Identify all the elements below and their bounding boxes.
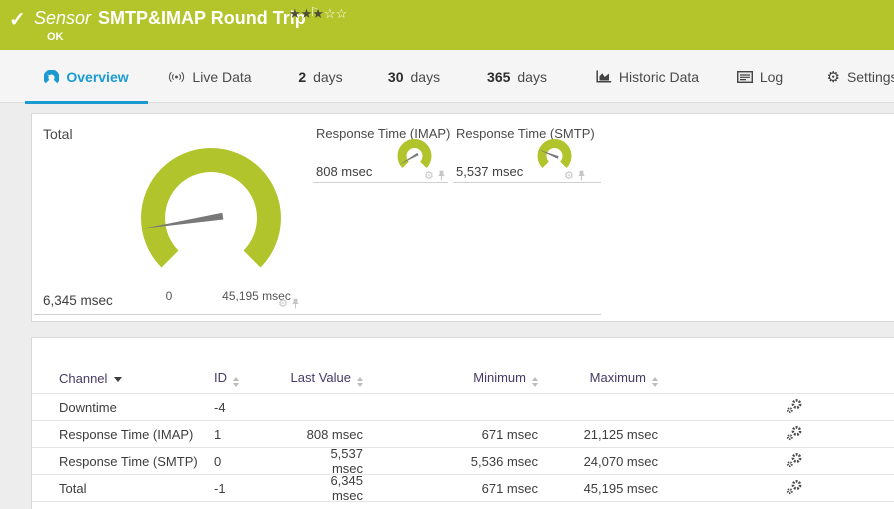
status-badge: OK	[47, 31, 64, 43]
table-body: Downtime -4 Response Time (IMAP) 1 808 m…	[32, 394, 894, 503]
tab-365-days[interactable]: 365 days	[477, 50, 557, 103]
tab-30-days-label: days	[410, 68, 441, 85]
smtp-tile-controls[interactable]: ⚙	[564, 170, 586, 181]
sort-desc-icon	[114, 377, 123, 382]
cell-last-value: 808 msec	[306, 426, 363, 442]
sort-icon	[652, 377, 658, 387]
tile-gear-icon[interactable]: ⚙	[424, 170, 434, 181]
tab-30-days[interactable]: 30 days	[378, 50, 450, 103]
imap-tile-controls[interactable]: ⚙	[424, 170, 446, 181]
cell-maximum: 24,070 msec	[583, 453, 658, 469]
log-icon	[736, 70, 753, 83]
cell-channel: Total	[59, 480, 87, 496]
tile-gear-icon[interactable]: ⚙	[564, 170, 574, 181]
tab-2-days-number: 2	[298, 68, 307, 85]
tab-historic-data-label: Historic Data	[618, 68, 700, 85]
tab-2-days[interactable]: 2 days	[288, 50, 353, 103]
cell-minimum: 671 msec	[481, 426, 538, 442]
cell-maximum: 21,125 msec	[583, 426, 658, 442]
total-gauge-title: Total	[43, 126, 73, 142]
table-row-response-time-smtp[interactable]: Response Time (SMTP) 0 5,537 msec 5,536 …	[32, 446, 894, 476]
tab-settings-label: Settings	[846, 68, 894, 85]
prtg-sensor-page: ✓ Sensor SMTP&IMAP Round Trip ⚐ ★★★☆☆ OK O…	[0, 0, 894, 509]
table-row-total[interactable]: Total -1 6,345 msec 671 msec 45,195 msec	[32, 473, 894, 503]
cell-id: -1	[214, 480, 226, 496]
cell-maximum: 45,195 msec	[583, 480, 658, 496]
smtp-gauge-value: 5,537 msec	[456, 164, 524, 179]
total-tile-controls[interactable]: ⚙	[278, 298, 300, 309]
column-header-channel[interactable]: Channel	[59, 371, 214, 386]
tile-pin-icon[interactable]	[437, 170, 446, 181]
star-empty-icons[interactable]: ☆☆	[324, 6, 347, 21]
overview-gauges-panel: Total 0 45,195 msec 6,345 msec ⚙ Respons…	[31, 113, 894, 322]
tile-pin-icon[interactable]	[291, 298, 300, 309]
tab-365-days-label: days	[517, 68, 547, 85]
imap-gauge-value: 808 msec	[316, 164, 373, 179]
historic-chart-icon	[596, 70, 612, 83]
channel-settings-icon[interactable]	[786, 479, 803, 495]
tab-bar: Overview Live Data 2 days 30 days 365 da…	[0, 50, 894, 104]
tab-log-label: Log	[759, 68, 784, 85]
tab-historic-data[interactable]: Historic Data	[590, 50, 705, 103]
tab-30-days-number: 30	[387, 68, 404, 85]
channel-settings-icon[interactable]	[786, 398, 803, 414]
total-gauge	[141, 147, 281, 268]
channel-settings-icon[interactable]	[786, 452, 803, 468]
tab-settings[interactable]: ⚙ Settings	[826, 50, 894, 103]
cell-id: -4	[214, 399, 226, 415]
tab-log[interactable]: Log	[730, 50, 790, 103]
tab-overview[interactable]: Overview	[25, 50, 148, 104]
total-gauge-scale-min: 0	[165, 289, 173, 303]
sensor-status-banner: ✓ Sensor SMTP&IMAP Round Trip ⚐ ★★★☆☆ OK	[0, 0, 894, 50]
cell-channel: Response Time (SMTP)	[59, 453, 198, 469]
column-header-minimum[interactable]: Minimum	[363, 370, 538, 387]
table-row-response-time-imap[interactable]: Response Time (IMAP) 1 808 msec 671 msec…	[32, 421, 894, 448]
cell-id: 1	[214, 426, 222, 442]
tab-live-data[interactable]: Live Data	[155, 50, 265, 103]
cell-last-value: 5,537 msec	[330, 446, 363, 476]
cell-minimum: 671 msec	[481, 480, 538, 496]
table-header-row: Channel ID Last Value Minimum Maximum	[32, 364, 894, 394]
smtp-tile-divider	[453, 182, 601, 183]
channel-settings-icon[interactable]	[786, 425, 803, 441]
cell-channel: Downtime	[59, 399, 117, 415]
settings-gear-icon: ⚙	[826, 68, 840, 86]
column-header-last-value[interactable]: Last Value	[233, 370, 363, 387]
column-header-maximum[interactable]: Maximum	[538, 370, 658, 387]
cell-id: 0	[214, 453, 222, 469]
total-gauge-value: 6,345 msec	[43, 293, 113, 308]
tab-365-days-number: 365	[487, 68, 511, 85]
cell-last-value: 6,345 msec	[330, 473, 363, 503]
live-data-icon	[169, 71, 185, 82]
tile-pin-icon[interactable]	[577, 170, 586, 181]
priority-stars[interactable]: ★★★☆☆	[289, 6, 347, 22]
ok-check-icon: ✓	[9, 9, 26, 31]
tile-gear-icon[interactable]: ⚙	[278, 298, 288, 309]
sensor-name: SMTP&IMAP Round Trip	[98, 8, 306, 28]
cell-minimum: 5,536 msec	[470, 453, 538, 469]
channels-table-panel: Channel ID Last Value Minimum Maximum Do…	[31, 337, 894, 509]
imap-tile-divider	[313, 182, 448, 183]
table-row-downtime[interactable]: Downtime -4	[32, 394, 894, 421]
tab-live-data-label: Live Data	[192, 68, 252, 85]
gauge-row-divider	[34, 314, 601, 315]
tab-overview-label: Overview	[66, 68, 129, 85]
sensor-type-label: Sensor	[34, 8, 92, 28]
cell-channel: Response Time (IMAP)	[59, 426, 194, 442]
tab-2-days-label: days	[313, 68, 343, 85]
star-filled-icons[interactable]: ★★★	[289, 6, 324, 21]
sensor-title: Sensor SMTP&IMAP Round Trip ⚐	[34, 5, 320, 29]
gauge-icon	[44, 69, 60, 83]
